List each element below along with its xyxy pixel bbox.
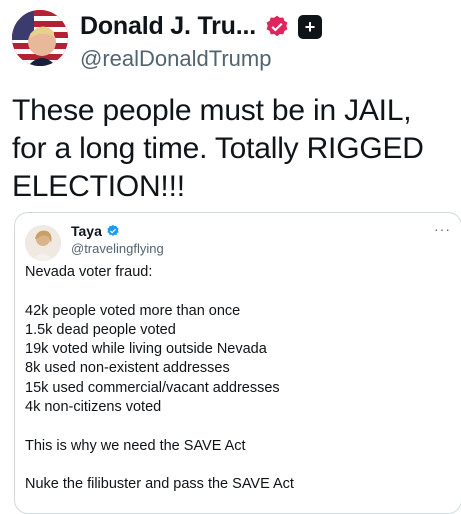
quoted-line — [25, 282, 445, 301]
author-avatar[interactable] — [12, 10, 68, 66]
quoted-line: Nuke the filibuster and pass the SAVE Ac… — [25, 476, 294, 493]
quoted-author-handle[interactable]: @travelingflying — [71, 241, 164, 256]
quoted-line: This is why we need the SAVE Act — [25, 437, 246, 454]
quoted-line: Nevada voter fraud: — [25, 264, 153, 280]
quoted-verified-badge-icon — [107, 224, 119, 236]
post-text: These people must be in JAIL, for a long… — [12, 94, 424, 203]
quoted-author-name[interactable]: Taya — [71, 223, 102, 239]
verified-badge-icon — [266, 15, 288, 36]
more-options-icon[interactable]: ··· — [434, 221, 451, 237]
author-name[interactable]: Donald J. Tru... — [80, 12, 256, 41]
author-handle[interactable]: @realDonaldTrump — [80, 46, 271, 72]
quoted-line — [25, 456, 445, 475]
quoted-post-text: Nevada voter fraud: 42k people voted mor… — [25, 263, 445, 495]
quoted-line: 8k used non-existent addresses — [25, 360, 230, 377]
quoted-line: 4k non-citizens voted — [25, 399, 162, 416]
quoted-line: 19k voted while living outside Nevada — [25, 341, 267, 358]
quoted-line: 15k used commercial/vacant addresses — [25, 379, 280, 396]
quoted-line: 1.5k dead people voted — [25, 321, 176, 338]
post-header: Donald J. Tru... + @realDonaldTrump — [12, 8, 452, 74]
affiliation-badge-icon[interactable]: + — [298, 14, 322, 39]
quoted-line: 42k people voted more than once — [25, 302, 241, 319]
quoted-line — [25, 417, 445, 436]
quoted-post[interactable]: Taya @travelingflying ··· Nevada voter f… — [14, 212, 461, 514]
quoted-author-avatar[interactable] — [25, 225, 61, 261]
